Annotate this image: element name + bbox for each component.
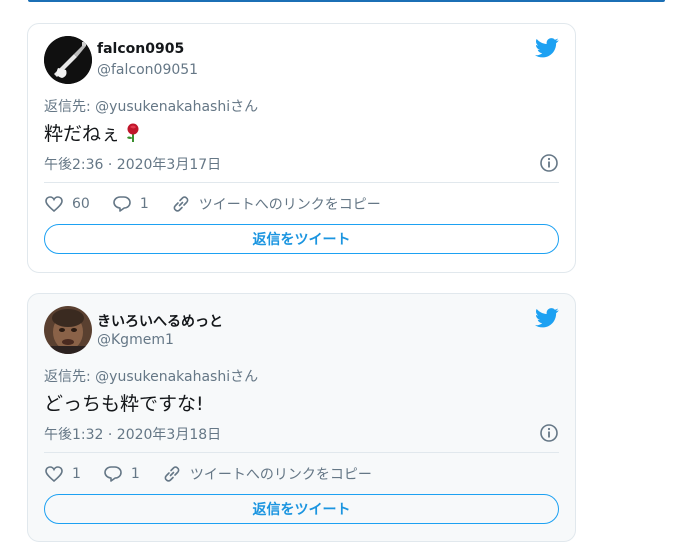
tweet-card[interactable]: falcon0905 @falcon09051 返信先: @yusukenaka… (27, 23, 576, 273)
reply-to-label: 返信先: @yusukenakahashiさん (44, 99, 259, 115)
reply-count-button[interactable]: 1 (112, 194, 149, 214)
display-name[interactable]: falcon0905 (97, 41, 184, 57)
tweet-text-body: 粋だねぇ (44, 123, 121, 145)
reply-count: 1 (139, 196, 149, 212)
user-handle[interactable]: @falcon09051 (97, 62, 198, 78)
reply-count-button[interactable]: 1 (103, 464, 140, 484)
avatar[interactable] (44, 36, 92, 84)
divider (44, 182, 559, 183)
avatar[interactable] (44, 306, 92, 354)
reply-tweet-button[interactable]: 返信をツイート (44, 224, 559, 254)
action-bar: 60 1 ツイートへのリンクをコピー (44, 192, 403, 216)
timestamp[interactable]: 午後2:36 · 2020年3月17日 (44, 154, 221, 174)
tweet-text: どっちも粋ですな! (44, 393, 204, 415)
reply-tweet-button[interactable]: 返信をツイート (44, 494, 559, 524)
reply-bubble-icon (104, 466, 122, 482)
rose-emoji-icon (127, 123, 139, 142)
twitter-bird-icon[interactable] (535, 38, 559, 58)
copy-link-label: ツイートへのリンクをコピー (189, 467, 372, 483)
user-handle[interactable]: @Kgmem1 (97, 332, 174, 348)
like-count: 1 (72, 466, 81, 482)
like-button[interactable]: 60 (44, 194, 90, 214)
like-button[interactable]: 1 (44, 464, 81, 484)
twitter-bird-icon[interactable] (535, 308, 559, 328)
top-accent-bar (28, 0, 665, 2)
action-bar: 1 1 ツイートへのリンクをコピー (44, 462, 394, 486)
link-icon (173, 196, 189, 212)
info-icon[interactable] (539, 423, 559, 443)
copy-link-button[interactable]: ツイートへのリンクをコピー (171, 194, 381, 214)
copy-link-label: ツイートへのリンクをコピー (198, 197, 381, 213)
link-icon (164, 466, 180, 482)
info-icon[interactable] (539, 153, 559, 173)
copy-link-button[interactable]: ツイートへのリンクをコピー (162, 464, 372, 484)
heart-icon (45, 466, 63, 483)
tweet-card[interactable]: きいろいへるめっと @Kgmem1 返信先: @yusukenakahashiさ… (27, 293, 576, 542)
reply-to-label: 返信先: @yusukenakahashiさん (44, 369, 259, 385)
like-count: 60 (72, 196, 90, 212)
reply-count: 1 (130, 466, 140, 482)
tweet-text: 粋だねぇ (44, 119, 142, 146)
reply-bubble-icon (113, 196, 131, 212)
display-name[interactable]: きいろいへるめっと (97, 311, 223, 331)
divider (44, 452, 559, 453)
timestamp[interactable]: 午後1:32 · 2020年3月18日 (44, 424, 221, 444)
heart-icon (45, 196, 63, 213)
